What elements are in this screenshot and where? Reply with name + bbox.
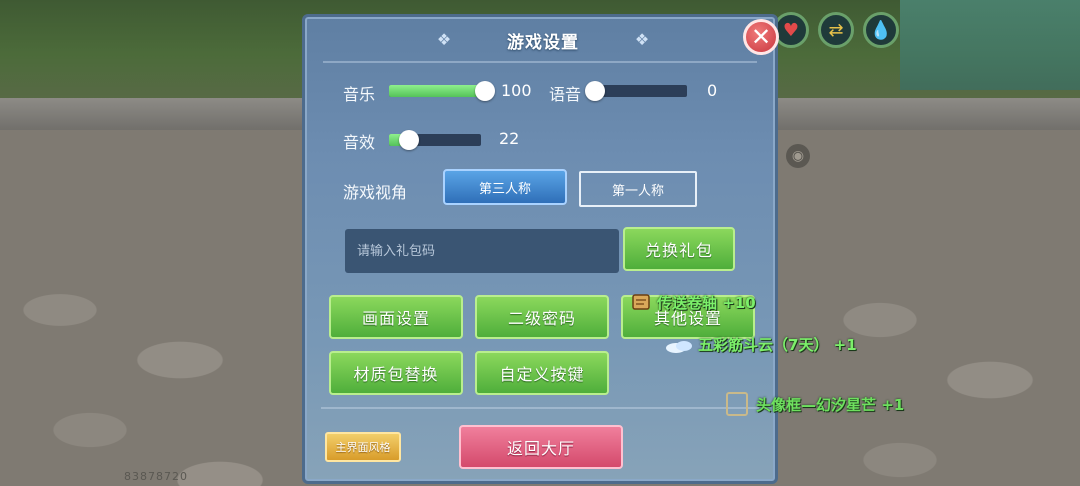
reward-text-3: 头像框—幻汐星芒 +1: [756, 396, 905, 414]
second-password-button[interactable]: 二级密码: [475, 295, 609, 339]
sfx-slider-handle[interactable]: [399, 130, 420, 150]
cloud-icon: [666, 341, 692, 353]
sfx-value: 22: [499, 129, 520, 148]
ornament-left-icon: ❖: [436, 30, 452, 49]
voice-slider[interactable]: [585, 81, 687, 101]
panel-title: 游戏设置: [507, 32, 579, 53]
frame-icon: [726, 392, 748, 416]
teal-bush: [900, 0, 1080, 90]
eye-icon[interactable]: ◉: [786, 144, 810, 168]
title-bar: ❖ 游戏设置 ❖: [437, 25, 649, 55]
music-slider[interactable]: [389, 81, 495, 101]
sfx-slider[interactable]: [389, 130, 481, 150]
bottom-divider: [321, 407, 759, 409]
player-id: 83878720: [124, 470, 188, 483]
custom-keys-button[interactable]: 自定义按键: [475, 351, 609, 395]
main-style-button[interactable]: 主界面风格: [325, 432, 401, 462]
ornament-right-icon: ❖: [634, 30, 650, 49]
water-drop-icon[interactable]: 💧: [863, 12, 899, 48]
close-icon[interactable]: ✕: [743, 19, 779, 55]
reward-text-1: 传送卷轴 +10: [657, 294, 756, 312]
gift-code-input[interactable]: [345, 229, 619, 273]
music-label: 音乐: [343, 85, 376, 104]
swap-icon[interactable]: ⇄: [818, 12, 854, 48]
redeem-gift-button[interactable]: 兑换礼包: [623, 227, 735, 271]
reward-text-2: 五彩筋斗云（7天） +1: [698, 336, 857, 354]
game-settings-panel: ❖ 游戏设置 ❖ ✕ 音乐 100 语音 0 音效 22 游戏视角 第三人称 第…: [302, 14, 779, 484]
music-slider-handle[interactable]: [475, 81, 495, 101]
texture-pack-button[interactable]: 材质包替换: [329, 351, 463, 395]
music-value: 100: [501, 81, 532, 100]
back-to-lobby-button[interactable]: 返回大厅: [459, 425, 623, 469]
title-divider: [323, 61, 757, 63]
third-person-button[interactable]: 第三人称: [443, 169, 567, 205]
scroll-icon: [632, 294, 650, 310]
voice-slider-handle[interactable]: [585, 81, 605, 101]
music-slider-fill: [389, 85, 485, 97]
first-person-button[interactable]: 第一人称: [579, 171, 697, 207]
graphics-settings-button[interactable]: 画面设置: [329, 295, 463, 339]
voice-label: 语音: [549, 85, 582, 104]
view-label: 游戏视角: [343, 183, 408, 202]
sfx-label: 音效: [343, 133, 376, 152]
heart-icon[interactable]: ♥: [773, 12, 809, 48]
voice-value: 0: [707, 81, 718, 100]
